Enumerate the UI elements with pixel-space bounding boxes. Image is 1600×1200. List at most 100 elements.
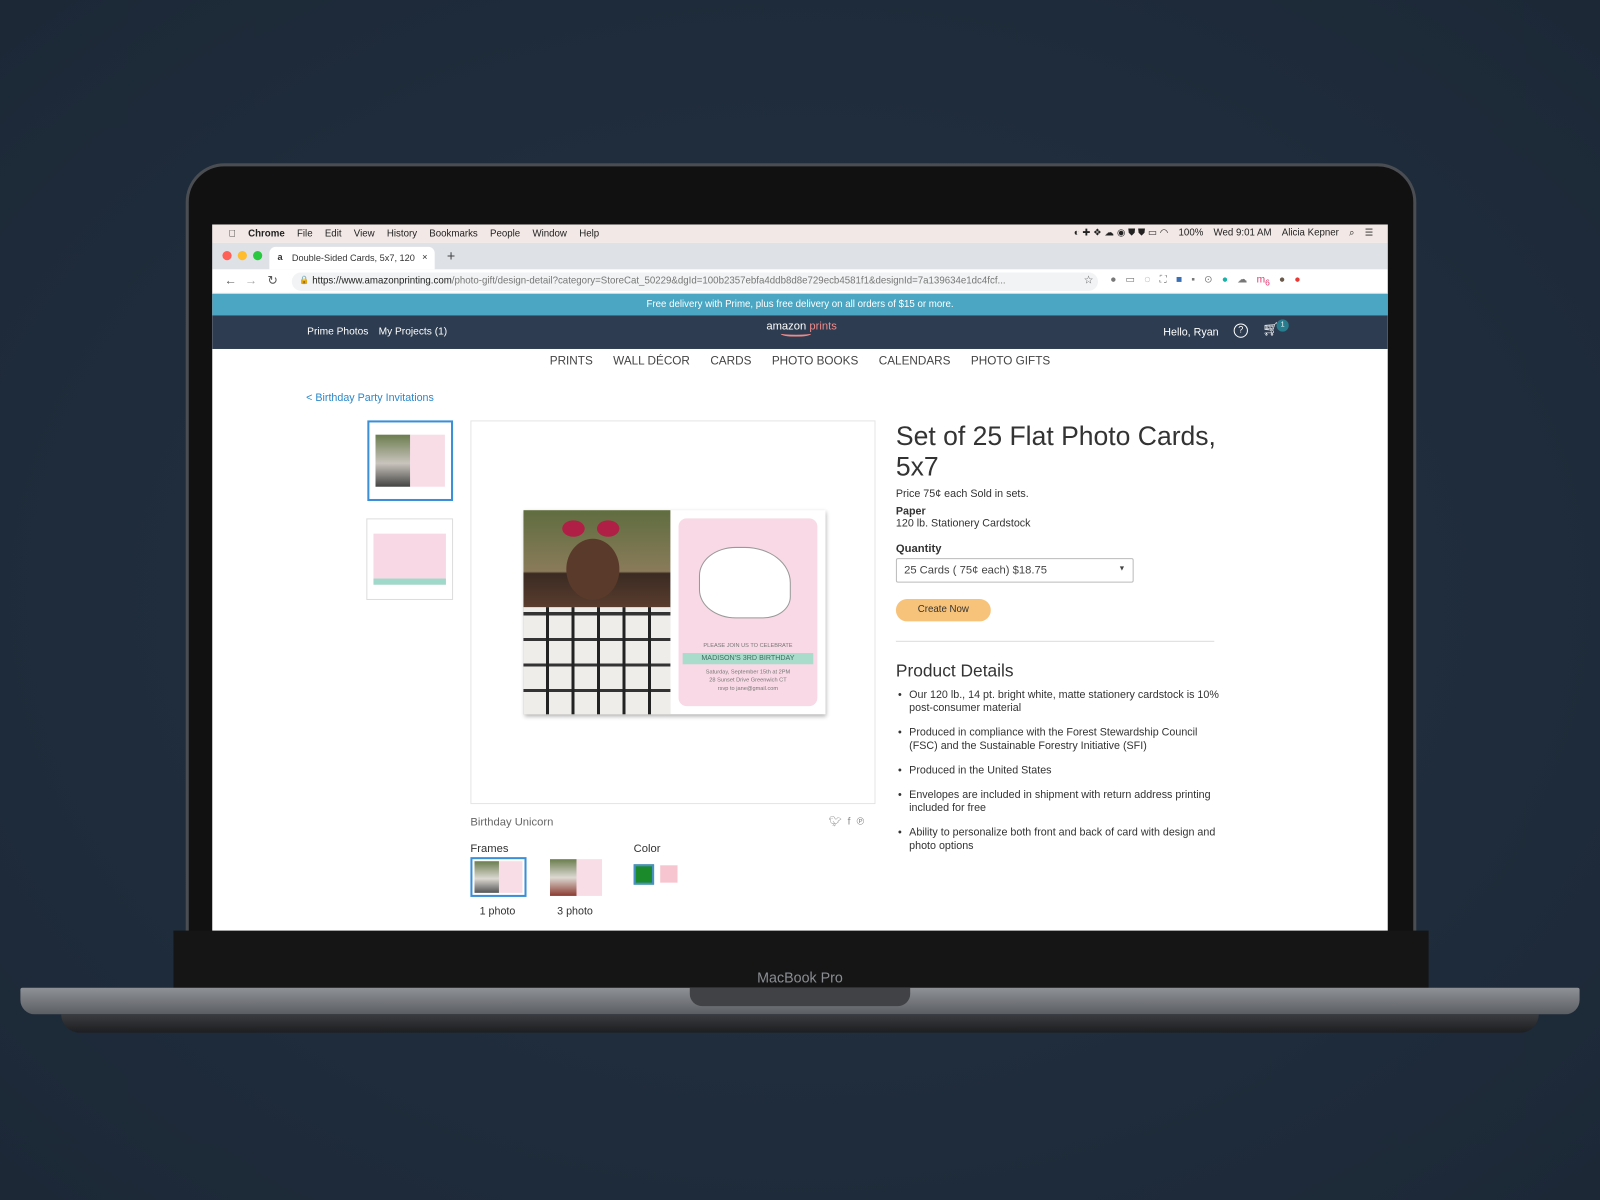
tab-title: Double-Sided Cards, 5x7, 120 bbox=[291, 253, 415, 264]
menu-bookmarks[interactable]: Bookmarks bbox=[429, 228, 477, 239]
amazon-prints-logo[interactable]: amazon prints bbox=[766, 320, 837, 337]
preview-frame: PLEASE JOIN US TO CELEBRATE MADISON'S 3R… bbox=[470, 420, 876, 805]
nav-my-projects[interactable]: My Projects (1) bbox=[379, 327, 448, 338]
category-cards[interactable]: CARDS bbox=[710, 355, 751, 367]
hair-bow bbox=[562, 520, 585, 537]
clock[interactable]: Wed 9:01 AM bbox=[1214, 228, 1272, 239]
quantity-value: 25 Cards ( 75¢ each) $18.75 bbox=[904, 564, 1047, 577]
minimize-window-button[interactable] bbox=[237, 251, 247, 261]
detail-item: Produced in the United States bbox=[896, 764, 1220, 777]
menu-chrome[interactable]: Chrome bbox=[248, 228, 285, 239]
color-swatch-pink[interactable] bbox=[660, 865, 678, 883]
device-label: MacBook Pro bbox=[757, 969, 843, 986]
extension-icon[interactable]: ☁ bbox=[1237, 274, 1247, 287]
twitter-icon[interactable]: 🐦︎ bbox=[829, 816, 842, 827]
product-title: Set of 25 Flat Photo Cards, 5x7 bbox=[895, 420, 1216, 482]
facebook-icon[interactable]: f bbox=[848, 816, 851, 827]
design-name: Birthday Unicorn bbox=[470, 816, 554, 829]
card-preview[interactable]: PLEASE JOIN US TO CELEBRATE MADISON'S 3R… bbox=[523, 510, 826, 715]
invite-card: PLEASE JOIN US TO CELEBRATE MADISON'S 3R… bbox=[678, 518, 818, 707]
pinterest-icon[interactable]: ℗ bbox=[857, 816, 865, 827]
thumb-photo bbox=[375, 434, 411, 487]
menu-view[interactable]: View bbox=[354, 228, 375, 239]
invite-line: Saturday, September 15th at 2PM bbox=[705, 669, 791, 676]
help-icon[interactable]: ? bbox=[1233, 323, 1248, 338]
paper-label: Paper bbox=[895, 505, 926, 518]
create-now-button[interactable]: Create Now bbox=[895, 598, 991, 622]
quantity-select[interactable]: 25 Cards ( 75¢ each) $18.75 ▼ bbox=[895, 558, 1134, 583]
share-icons: 🐦︎ f ℗ bbox=[829, 816, 865, 827]
menu-edit[interactable]: Edit bbox=[325, 228, 342, 239]
reload-icon[interactable]: ↻ bbox=[267, 273, 277, 287]
site-header: Prime Photos My Projects (1) amazon prin… bbox=[212, 315, 1388, 349]
thumbnail-back[interactable] bbox=[366, 518, 454, 600]
back-icon[interactable]: ← bbox=[224, 273, 236, 287]
divider bbox=[895, 640, 1215, 642]
category-photo-gifts[interactable]: PHOTO GIFTS bbox=[971, 355, 1050, 367]
logo-text: amazon bbox=[766, 320, 807, 333]
url-input[interactable]: 🔒 https://www.amazonprinting.com/photo-g… bbox=[291, 272, 1098, 291]
bookmark-star-icon[interactable]: ☆ bbox=[1084, 273, 1094, 286]
price-text: Price 75¢ each Sold in sets. bbox=[895, 487, 1029, 500]
detail-item: Envelopes are included in shipment with … bbox=[896, 789, 1220, 816]
close-window-button[interactable] bbox=[222, 251, 232, 261]
status-icons[interactable]: ◐ ✚ ❖ ☁ ◉ ⛊ ⛊ ▭ ◠ bbox=[1074, 228, 1169, 239]
mac-menubar:  Chrome File Edit View History Bookmark… bbox=[212, 224, 1388, 243]
cast-icon[interactable]: ▭ bbox=[1126, 274, 1136, 287]
apple-icon[interactable]:  bbox=[229, 228, 236, 239]
extension-icon[interactable]: m6 bbox=[1257, 274, 1270, 287]
thumbnail-front[interactable] bbox=[367, 420, 454, 502]
category-photo-books[interactable]: PHOTO BOOKS bbox=[772, 355, 859, 367]
category-calendars[interactable]: CALENDARS bbox=[879, 355, 951, 367]
breadcrumb[interactable]: < Birthday Party Invitations bbox=[306, 392, 434, 404]
laptop-base-shadow bbox=[61, 1014, 1539, 1033]
menu-people[interactable]: People bbox=[490, 228, 520, 239]
frame-option-1-photo[interactable] bbox=[470, 857, 527, 897]
amazon-favicon-icon: a bbox=[277, 252, 283, 263]
frame-thumb bbox=[576, 859, 603, 896]
invite-panel: PLEASE JOIN US TO CELEBRATE MADISON'S 3R… bbox=[670, 510, 825, 714]
extension-icon[interactable]: ⊙ bbox=[1204, 274, 1213, 287]
address-bar-row: ← → ↻ 🔒 https://www.amazonprinting.com/p… bbox=[212, 269, 1388, 294]
greeting[interactable]: Hello, Ryan bbox=[1163, 327, 1218, 339]
screen:  Chrome File Edit View History Bookmark… bbox=[212, 224, 1388, 931]
frame-option-label: 3 photo bbox=[557, 905, 593, 918]
menu-window[interactable]: Window bbox=[532, 228, 566, 239]
extension-icon[interactable]: ● bbox=[1222, 274, 1228, 287]
color-label: Color bbox=[633, 842, 661, 856]
menu-file[interactable]: File bbox=[297, 228, 313, 239]
paper-value: 120 lb. Stationery Cardstock bbox=[895, 517, 1031, 530]
profile-avatar[interactable]: ● bbox=[1279, 274, 1285, 287]
invite-line: PLEASE JOIN US TO CELEBRATE bbox=[703, 642, 793, 649]
extension-icon[interactable]: ◌ bbox=[1144, 274, 1150, 287]
category-prints[interactable]: PRINTS bbox=[550, 355, 593, 367]
hair-bow bbox=[596, 520, 620, 537]
frame-thumb bbox=[498, 861, 523, 893]
extension-icon[interactable]: ■ bbox=[1176, 274, 1182, 287]
category-nav: PRINTS WALL DÉCOR CARDS PHOTO BOOKS CALE… bbox=[212, 355, 1388, 367]
extension-icon[interactable]: ● bbox=[1294, 274, 1300, 287]
color-swatch-green[interactable] bbox=[633, 864, 655, 885]
extension-icon[interactable]: ▪ bbox=[1191, 274, 1195, 287]
screenshot-icon[interactable]: ⛶ bbox=[1160, 274, 1167, 287]
tab-bar: a Double-Sided Cards, 5x7, 120 × + bbox=[212, 242, 1388, 270]
menu-help[interactable]: Help bbox=[579, 228, 599, 239]
browser-tab[interactable]: a Double-Sided Cards, 5x7, 120 × bbox=[269, 246, 435, 270]
close-tab-icon[interactable]: × bbox=[422, 252, 427, 262]
category-wall-decor[interactable]: WALL DÉCOR bbox=[613, 355, 690, 367]
extension-icon[interactable]: ● bbox=[1110, 274, 1116, 287]
invite-line: 28 Sunset Drive Greenwich CT bbox=[709, 677, 787, 684]
logo-text-accent: prints bbox=[809, 320, 837, 333]
menu-history[interactable]: History bbox=[387, 228, 417, 239]
nav-prime-photos[interactable]: Prime Photos bbox=[307, 327, 368, 338]
maximize-window-button[interactable] bbox=[253, 251, 263, 261]
product-details-list: Our 120 lb., 14 pt. bright white, matte … bbox=[896, 689, 1220, 853]
user-name[interactable]: Alicia Kepner bbox=[1282, 228, 1339, 239]
battery-level[interactable]: 100% bbox=[1179, 228, 1204, 239]
product-details-title: Product Details bbox=[895, 661, 1014, 681]
new-tab-button[interactable]: + bbox=[447, 248, 455, 264]
spotlight-icon[interactable]: ⌕ bbox=[1349, 228, 1354, 239]
forward-icon[interactable]: → bbox=[245, 273, 257, 287]
notification-center-icon[interactable]: ☰ bbox=[1365, 228, 1374, 239]
frame-option-3-photo[interactable] bbox=[549, 859, 603, 896]
